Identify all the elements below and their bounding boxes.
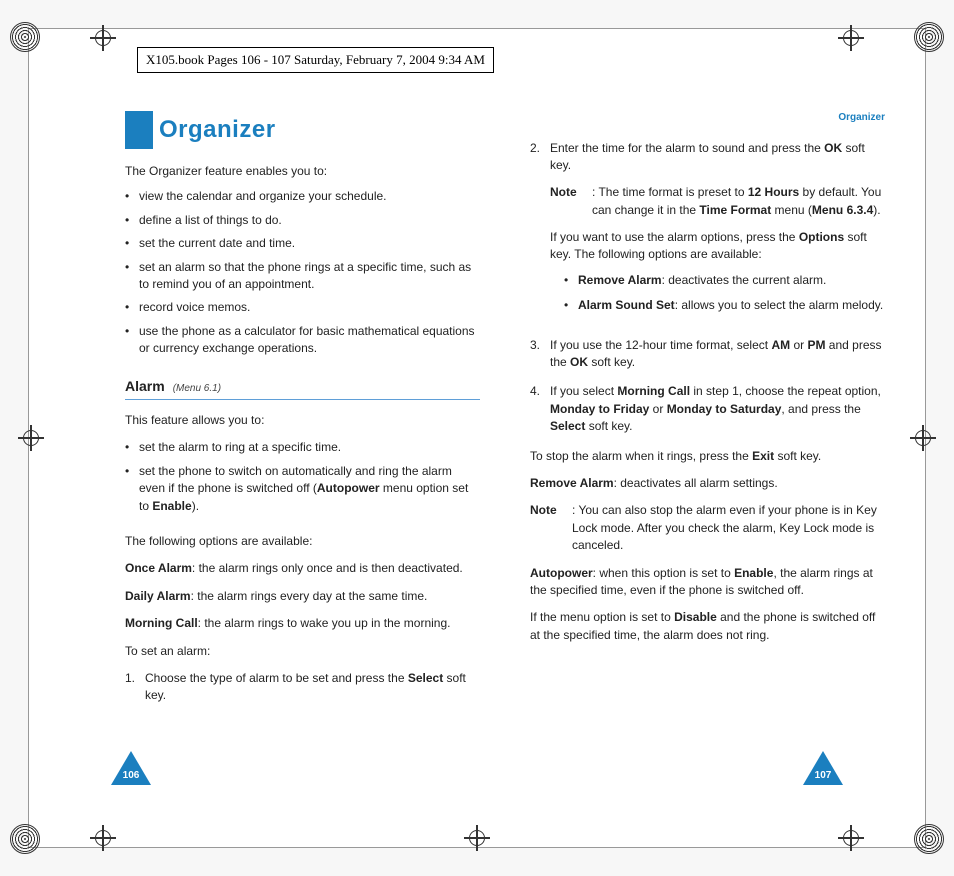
list-item: •set an alarm so that the phone rings at… (125, 259, 480, 294)
disable-desc: If the menu option is set to Disable and… (530, 609, 885, 644)
list-item: •define a list of things to do. (125, 212, 480, 229)
chapter-title-row: Organizer (125, 111, 480, 149)
feature-list: •view the calendar and organize your sch… (125, 188, 480, 357)
remove-alarm: Remove Alarm: deactivates all alarm sett… (530, 475, 885, 492)
list-item: •use the phone as a calculator for basic… (125, 323, 480, 358)
section-menu-ref: (Menu 6.1) (173, 382, 221, 397)
step-list-left: 1. Choose the type of alarm to be set an… (125, 670, 480, 705)
option-morning: Morning Call: the alarm rings to wake yo… (125, 615, 480, 632)
sub-option-list: •Remove Alarm: deactivates the current a… (564, 272, 885, 315)
title-accent-bar (125, 111, 153, 149)
crop-mark-icon (18, 425, 44, 451)
page-number-right: 107 (803, 770, 843, 781)
options-intro: The following options are available: (125, 533, 480, 550)
list-item: •set the phone to switch on automaticall… (125, 463, 480, 515)
left-column: Organizer The Organizer feature enables … (125, 111, 480, 717)
note-time-format: Note : The time format is preset to 12 H… (550, 184, 885, 219)
step-1: 1. Choose the type of alarm to be set an… (125, 670, 480, 705)
alarm-intro: This feature allows you to: (125, 412, 480, 429)
set-alarm-intro: To set an alarm: (125, 643, 480, 660)
framemaker-header: X105.book Pages 106 - 107 Saturday, Febr… (137, 47, 494, 73)
chapter-title: Organizer (159, 113, 276, 148)
registration-mark-icon (10, 824, 40, 854)
list-item: •set the alarm to ring at a specific tim… (125, 439, 480, 456)
page-number-left: 106 (111, 770, 151, 781)
page-content: Organizer The Organizer feature enables … (125, 111, 885, 717)
option-daily: Daily Alarm: the alarm rings every day a… (125, 588, 480, 605)
list-item: •view the calendar and organize your sch… (125, 188, 480, 205)
list-item: •set the current date and time. (125, 235, 480, 252)
right-column: Organizer 2. Enter the time for the alar… (530, 111, 885, 717)
autopower-desc: Autopower: when this option is set to En… (530, 565, 885, 600)
running-head: Organizer (530, 111, 885, 126)
crop-mark-icon (838, 825, 864, 851)
note-keylock: Note : You can also stop the alarm even … (530, 502, 885, 554)
crop-mark-icon (464, 825, 490, 851)
crop-mark-icon (90, 25, 116, 51)
option-once: Once Alarm: the alarm rings only once an… (125, 560, 480, 577)
crop-mark-icon (838, 25, 864, 51)
stop-alarm: To stop the alarm when it rings, press t… (530, 448, 885, 465)
step-list-right: 2. Enter the time for the alarm to sound… (530, 140, 885, 436)
list-item: •Alarm Sound Set: allows you to select t… (564, 297, 885, 314)
list-item: •Remove Alarm: deactivates the current a… (564, 272, 885, 289)
list-item: •record voice memos. (125, 299, 480, 316)
section-heading: Alarm (Menu 6.1) (125, 376, 480, 401)
page-frame: X105.book Pages 106 - 107 Saturday, Febr… (28, 28, 926, 848)
registration-mark-icon (10, 22, 40, 52)
alarm-bullet-list: •set the alarm to ring at a specific tim… (125, 439, 480, 515)
step-3: 3. If you use the 12-hour time format, s… (530, 337, 885, 372)
registration-mark-icon (914, 824, 944, 854)
crop-mark-icon (910, 425, 936, 451)
intro-text: The Organizer feature enables you to: (125, 163, 480, 180)
section-title: Alarm (125, 376, 165, 396)
registration-mark-icon (914, 22, 944, 52)
step-2: 2. Enter the time for the alarm to sound… (530, 140, 885, 325)
crop-mark-icon (90, 825, 116, 851)
step-4: 4. If you select Morning Call in step 1,… (530, 383, 885, 435)
